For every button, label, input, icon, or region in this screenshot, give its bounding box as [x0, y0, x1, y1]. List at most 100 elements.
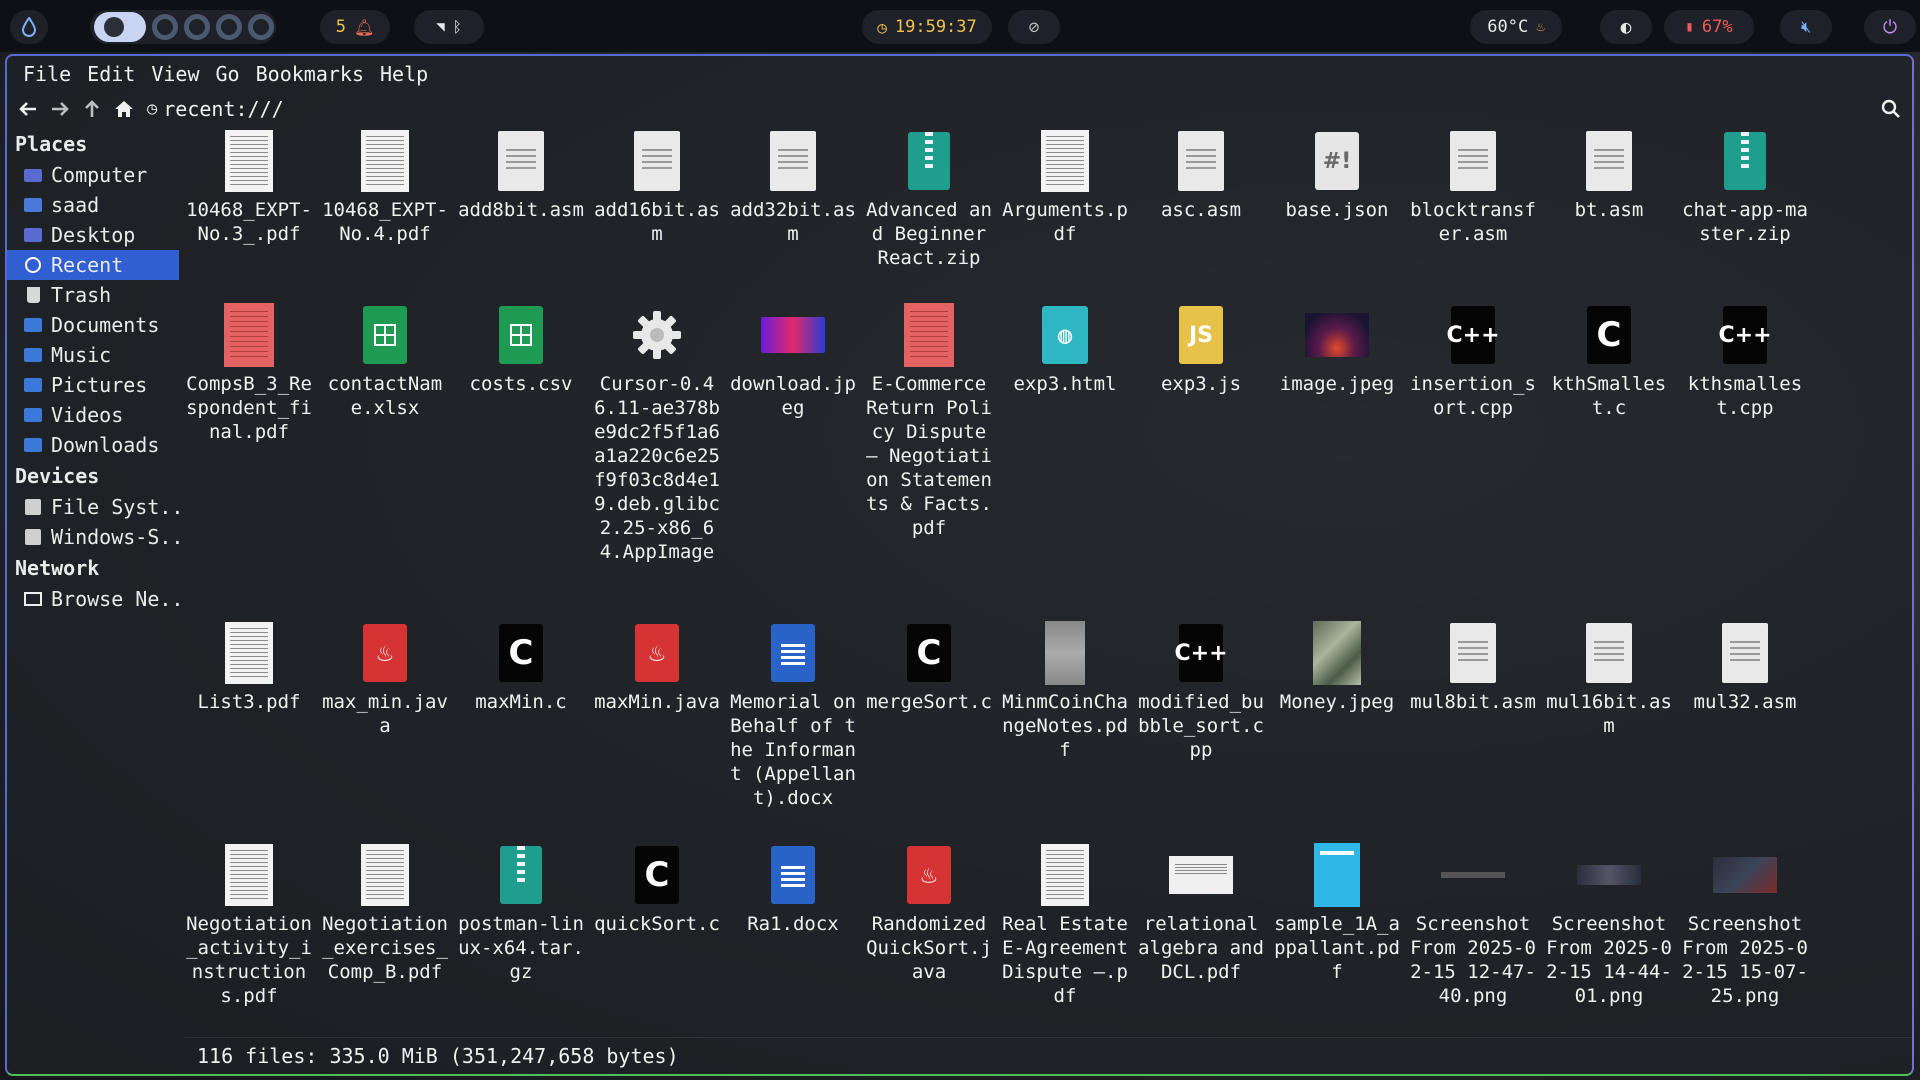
file-item[interactable]: blocktransfer.asm [1407, 128, 1539, 246]
file-item[interactable]: mul32.asm [1679, 620, 1811, 714]
brightness-button[interactable]: ◐ [1600, 10, 1652, 44]
file-item[interactable]: relational algebra and DCL.pdf [1135, 842, 1267, 984]
arrow-left-icon [19, 102, 36, 116]
back-button[interactable] [13, 94, 43, 124]
pdf-thumbnail-icon [353, 842, 417, 908]
file-item[interactable]: Negotiation_activity_instructions.pdf [183, 842, 315, 1008]
temperature-widget[interactable]: 60°C ♨ [1470, 10, 1562, 44]
desktop-folder-icon [23, 226, 43, 244]
workspace-4-button[interactable] [216, 14, 242, 40]
workspace-1-button[interactable] [94, 12, 146, 42]
sidebar-item-documents[interactable]: Documents [7, 310, 179, 340]
file-item[interactable]: mul16bit.asm [1543, 620, 1675, 738]
menu-help[interactable]: Help [372, 62, 436, 86]
droplet-icon[interactable] [10, 10, 48, 44]
sidebar-item-downloads[interactable]: Downloads [7, 430, 179, 460]
file-item[interactable]: download.jpeg [727, 302, 859, 420]
sidebar-item-windows-drive[interactable]: Windows-S... [7, 522, 179, 552]
file-item[interactable]: chat-app-master.zip [1679, 128, 1811, 246]
file-item[interactable]: add32bit.asm [727, 128, 859, 246]
file-item[interactable]: C++ modified_bubble_sort.cpp [1135, 620, 1267, 762]
file-name: maxMin.c [475, 691, 567, 713]
file-item[interactable]: add8bit.asm [455, 128, 587, 222]
menu-bookmarks[interactable]: Bookmarks [248, 62, 372, 86]
file-item[interactable]: C++ kthsmallest.cpp [1679, 302, 1811, 420]
file-item[interactable]: E-Commerce Return Policy Dispute – Negot… [863, 302, 995, 540]
power-button[interactable]: ⏻ [1864, 10, 1916, 44]
file-item[interactable]: CmaxMin.c [455, 620, 587, 714]
up-button[interactable] [77, 94, 107, 124]
sidebar-item-desktop[interactable]: Desktop [7, 220, 179, 250]
file-item[interactable]: Screenshot From 2025-02-15 14-44-01.png [1543, 842, 1675, 1008]
volume-button[interactable]: 🔇︎ [1780, 10, 1832, 44]
file-item[interactable]: CmergeSort.c [863, 620, 995, 714]
file-item[interactable]: Arguments.pdf [999, 128, 1131, 246]
file-item[interactable]: CkthSmallest.c [1543, 302, 1675, 420]
sidebar-item-browse-network[interactable]: Browse Ne... [7, 584, 179, 614]
file-item[interactable]: costs.csv [455, 302, 587, 396]
file-item[interactable]: Memorial on Behalf of the Informant (App… [727, 620, 859, 810]
file-item[interactable]: asc.asm [1135, 128, 1267, 222]
location-path[interactable]: recent:/// [163, 97, 283, 121]
sidebar-item-saad[interactable]: saad [7, 190, 179, 220]
file-item[interactable]: ♨ maxMin.java [591, 620, 723, 714]
file-item[interactable]: Screenshot From 2025-02-15 12-47-40.png [1407, 842, 1539, 1008]
sidebar-item-computer[interactable]: Computer [7, 160, 179, 190]
file-item[interactable]: image.jpeg [1271, 302, 1403, 396]
menu-file[interactable]: File [15, 62, 79, 86]
file-item[interactable]: List3.pdf [183, 620, 315, 714]
file-name: add16bit.asm [594, 199, 720, 245]
battery-widget[interactable]: ▮ 67% [1664, 10, 1754, 44]
file-item[interactable]: ◍ exp3.html [999, 302, 1131, 396]
file-item[interactable]: C++ insertion_sort.cpp [1407, 302, 1539, 420]
workspace-5-button[interactable] [248, 14, 274, 40]
menu-go[interactable]: Go [208, 62, 248, 86]
file-item[interactable]: Negotiation_exercises_Comp_B.pdf [319, 842, 451, 984]
file-item[interactable]: 10468_EXPT-No.3_.pdf [183, 128, 315, 246]
sidebar-item-videos[interactable]: Videos [7, 400, 179, 430]
file-item[interactable]: contactName.xlsx [319, 302, 451, 420]
home-button[interactable] [109, 94, 139, 124]
menu-edit[interactable]: Edit [79, 62, 143, 86]
workspace-2-button[interactable] [152, 14, 178, 40]
file-item[interactable]: bt.asm [1543, 128, 1675, 222]
sidebar-item-trash[interactable]: Trash [7, 280, 179, 310]
workspace-3-button[interactable] [184, 14, 210, 40]
sidebar-item-music[interactable]: Music [7, 340, 179, 370]
forward-button[interactable] [45, 94, 75, 124]
notifications-button[interactable]: 5 🔔︎ [320, 10, 390, 44]
file-item[interactable]: ♨ max_min.java [319, 620, 451, 738]
sidebar-item-recent[interactable]: Recent [7, 250, 179, 280]
file-item[interactable]: JS exp3.js [1135, 302, 1267, 396]
privacy-indicator[interactable]: ⊘ [1008, 10, 1060, 44]
file-name: Negotiation_activity_instructions.pdf [186, 913, 312, 1007]
menu-view[interactable]: View [143, 62, 207, 86]
c-icon: C [1577, 302, 1641, 368]
connectivity-button[interactable]: ◥ ᛒ [414, 10, 484, 44]
file-item[interactable]: Real Estate E-Agreement Dispute –.pdf [999, 842, 1131, 1008]
file-item[interactable]: Ra1.docx [727, 842, 859, 936]
clock[interactable]: ◷ 19:59:37 [862, 10, 992, 44]
file-item[interactable]: 10468_EXPT-No.4.pdf [319, 128, 451, 246]
file-item[interactable]: Screenshot From 2025-02-15 15-07-25.png [1679, 842, 1811, 1008]
file-item[interactable]: add16bit.asm [591, 128, 723, 246]
file-item[interactable]: Cursor-0.46.11-ae378be9dc2f5f1a6a1a220c6… [591, 302, 723, 564]
file-item[interactable]: sample_1A_appallant.pdf [1271, 842, 1403, 984]
file-item[interactable]: Money.jpeg [1271, 620, 1403, 714]
menubar: File Edit View Go Bookmarks Help [7, 56, 1912, 92]
file-item[interactable]: ♨ Randomized QuickSort.java [863, 842, 995, 984]
sidebar-item-pictures[interactable]: Pictures [7, 370, 179, 400]
java-icon: ♨ [353, 620, 417, 686]
file-name: contactName.xlsx [327, 373, 443, 419]
file-item[interactable]: #! base.json [1271, 128, 1403, 222]
file-item[interactable]: MinmCoinChangeNotes.pdf [999, 620, 1131, 762]
file-item[interactable]: mul8bit.asm [1407, 620, 1539, 714]
file-item[interactable]: postman-linux-x64.tar.gz [455, 842, 587, 984]
sidebar-item-file-system[interactable]: File Syst... [7, 492, 179, 522]
search-button[interactable] [1876, 94, 1906, 124]
eye-off-icon: ⊘ [1028, 16, 1040, 38]
file-item[interactable]: CompsB_3_Respondent_final.pdf [183, 302, 315, 444]
trash-icon [23, 286, 43, 304]
file-item[interactable]: Advanced and Beginner React.zip [863, 128, 995, 270]
file-item[interactable]: CquickSort.c [591, 842, 723, 936]
